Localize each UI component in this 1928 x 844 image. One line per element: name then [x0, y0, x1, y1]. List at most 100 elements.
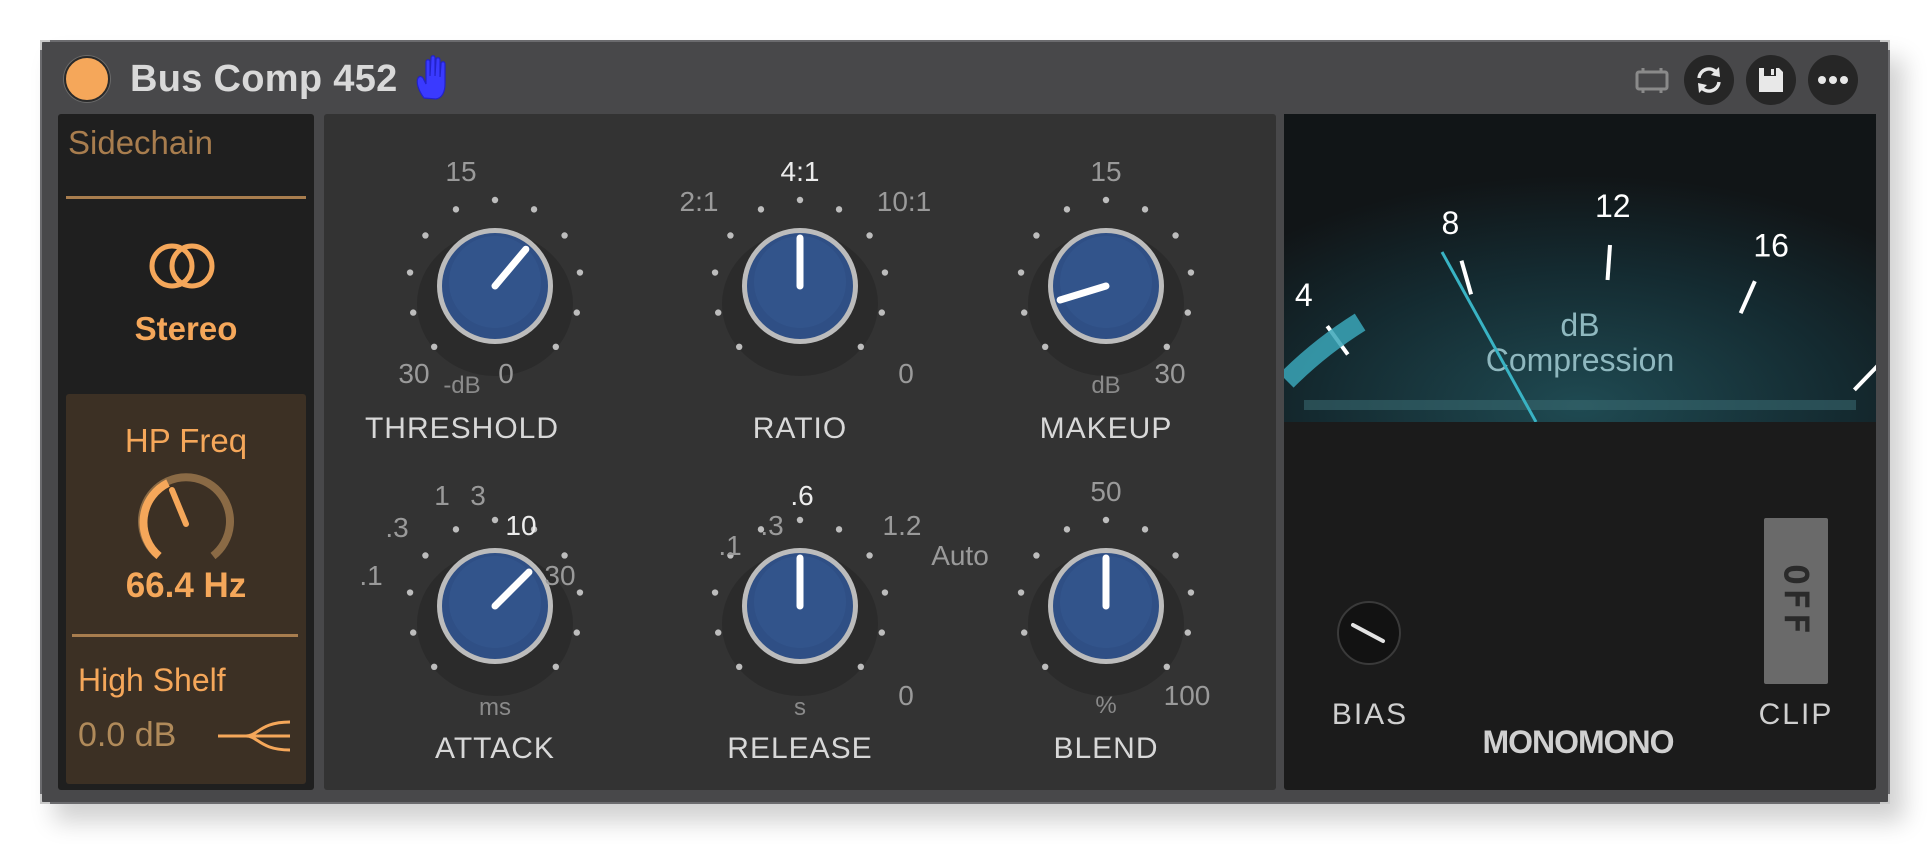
blend-tick-max: 100: [1163, 680, 1211, 711]
knob-tick-dot: [1102, 196, 1110, 204]
makeup-tick-max: 30: [1154, 358, 1186, 389]
attack-knob[interactable]: [405, 516, 585, 696]
blend-knob[interactable]: [1016, 516, 1196, 696]
divider: [66, 196, 306, 199]
knob-tick-dot: [878, 629, 885, 636]
knob-tick-dot: [878, 309, 885, 316]
bias-label: BIAS: [1331, 698, 1409, 731]
divider: [72, 634, 298, 637]
knob-tick-dot: [1163, 343, 1171, 351]
attack-tick-1: 1: [434, 480, 450, 511]
knob-tick-dot: [1033, 552, 1040, 559]
more-icon: [1818, 76, 1848, 84]
meter-unit-db: dB: [1560, 307, 1599, 343]
release-tick-0-3: .3: [760, 510, 784, 541]
hand-icon[interactable]: [414, 54, 456, 100]
attack-tick-0-3: .3: [385, 512, 409, 543]
refresh-button[interactable]: [1684, 55, 1734, 105]
hp-freq-value[interactable]: 66.4 Hz: [66, 566, 306, 606]
ratio-knob[interactable]: [710, 196, 890, 376]
makeup-tick-min: 0: [898, 358, 914, 389]
makeup-label: MAKEUP: [1039, 412, 1173, 445]
threshold-knob[interactable]: [405, 196, 585, 376]
knob-tick-dot: [715, 309, 722, 316]
knob-tick-dot: [452, 206, 460, 213]
device-title: Bus Comp 452: [130, 58, 398, 100]
clip-toggle-button[interactable]: OFF: [1764, 518, 1828, 684]
release-tick-1-2: 1.2: [882, 510, 922, 541]
knob-tick-dot: [1063, 526, 1071, 533]
high-shelf-label: High Shelf: [78, 662, 226, 698]
knob-tick-dot: [1187, 589, 1195, 596]
attack-tick-3: 3: [470, 480, 486, 511]
stereo-link-icon[interactable]: [142, 238, 222, 294]
ratio-tick-2-1: 2:1: [679, 186, 719, 217]
corner-mark: [1880, 40, 1890, 50]
threshold-label: THRESHOLD: [364, 412, 560, 445]
keyboard-icon[interactable]: [1630, 58, 1674, 102]
blend-tick-top: 50: [1090, 476, 1122, 507]
knob-tick-dot: [835, 206, 843, 213]
knob-tick-dot: [410, 309, 417, 316]
meter-scale-label: 12: [1595, 188, 1631, 224]
knob-tick-dot: [735, 343, 743, 351]
knob-tick-dot: [1033, 232, 1040, 239]
knob-tick-dot: [573, 309, 580, 316]
stereo-mode-label: Stereo: [134, 310, 238, 347]
clip-state: OFF: [1776, 564, 1817, 638]
device-power-button[interactable]: [64, 56, 110, 102]
knob-tick-dot: [735, 663, 743, 671]
knob-tick-dot: [552, 343, 560, 351]
ratio-tick-10-1: 10:1: [876, 186, 932, 217]
meter-unit-compression: Compression: [1486, 342, 1675, 378]
knob-tick-dot: [406, 269, 414, 276]
save-icon: [1759, 68, 1783, 92]
knob-tick-dot: [1184, 629, 1191, 636]
more-button[interactable]: [1808, 55, 1858, 105]
knob-tick-dot: [796, 516, 804, 524]
release-tick-auto: Auto: [931, 540, 989, 571]
knob-tick-dot: [561, 552, 568, 559]
hp-freq-knob[interactable]: [128, 466, 244, 582]
sidechain-toggle[interactable]: Sidechain: [68, 124, 213, 162]
threshold-tick-top: 15: [445, 156, 477, 187]
release-tick-0-6: .6: [790, 480, 814, 511]
knob-tick-dot: [406, 589, 414, 596]
ratio-tick-4-1: 4:1: [780, 156, 820, 187]
meter-panel: 048121620 dB Compression BIAS OFF CLIP M…: [1284, 114, 1876, 790]
knob-tick-dot: [796, 196, 804, 204]
corner-mark: [40, 794, 50, 804]
knob-tick-dot: [573, 629, 580, 636]
knob-tick-dot: [430, 663, 438, 671]
knob-tick-dot: [711, 269, 719, 276]
knob-tick-dot: [857, 343, 865, 351]
knob-tick-dot: [881, 589, 889, 596]
knob-tick-dot: [727, 232, 734, 239]
knob-tick-dot: [1184, 309, 1191, 316]
meter-scale-label: 8: [1442, 205, 1460, 241]
knob-tick-dot: [715, 629, 722, 636]
knob-tick-dot: [452, 526, 460, 533]
blend-unit: %: [1095, 692, 1117, 719]
clip-label: CLIP: [1758, 698, 1834, 731]
knob-tick-dot: [430, 343, 438, 351]
knob-tick-dot: [881, 269, 889, 276]
knob-tick-dot: [1021, 309, 1028, 316]
knob-tick-dot: [1017, 589, 1025, 596]
bias-knob[interactable]: [1336, 600, 1402, 666]
knob-tick-dot: [1041, 663, 1049, 671]
meter-major-tick: [1605, 244, 1612, 281]
knob-tick-dot: [1187, 269, 1195, 276]
makeup-knob[interactable]: [1016, 196, 1196, 376]
knob-tick-dot: [1017, 269, 1025, 276]
knob-tick-dot: [1021, 629, 1028, 636]
corner-mark: [1880, 794, 1890, 804]
attack-tick-10: 10: [505, 510, 537, 541]
device-panel: Bus Comp 452 Sidechain Stereo HP Freq 66…: [40, 40, 1890, 804]
save-button[interactable]: [1746, 55, 1796, 105]
hp-freq-label: HP Freq: [124, 422, 248, 459]
high-shelf-value[interactable]: 0.0 dB: [78, 716, 176, 755]
knob-tick-dot: [561, 232, 568, 239]
sidechain-panel: Sidechain Stereo HP Freq 66.4 Hz High Sh…: [58, 114, 314, 790]
knob-tick-dot: [1172, 232, 1179, 239]
